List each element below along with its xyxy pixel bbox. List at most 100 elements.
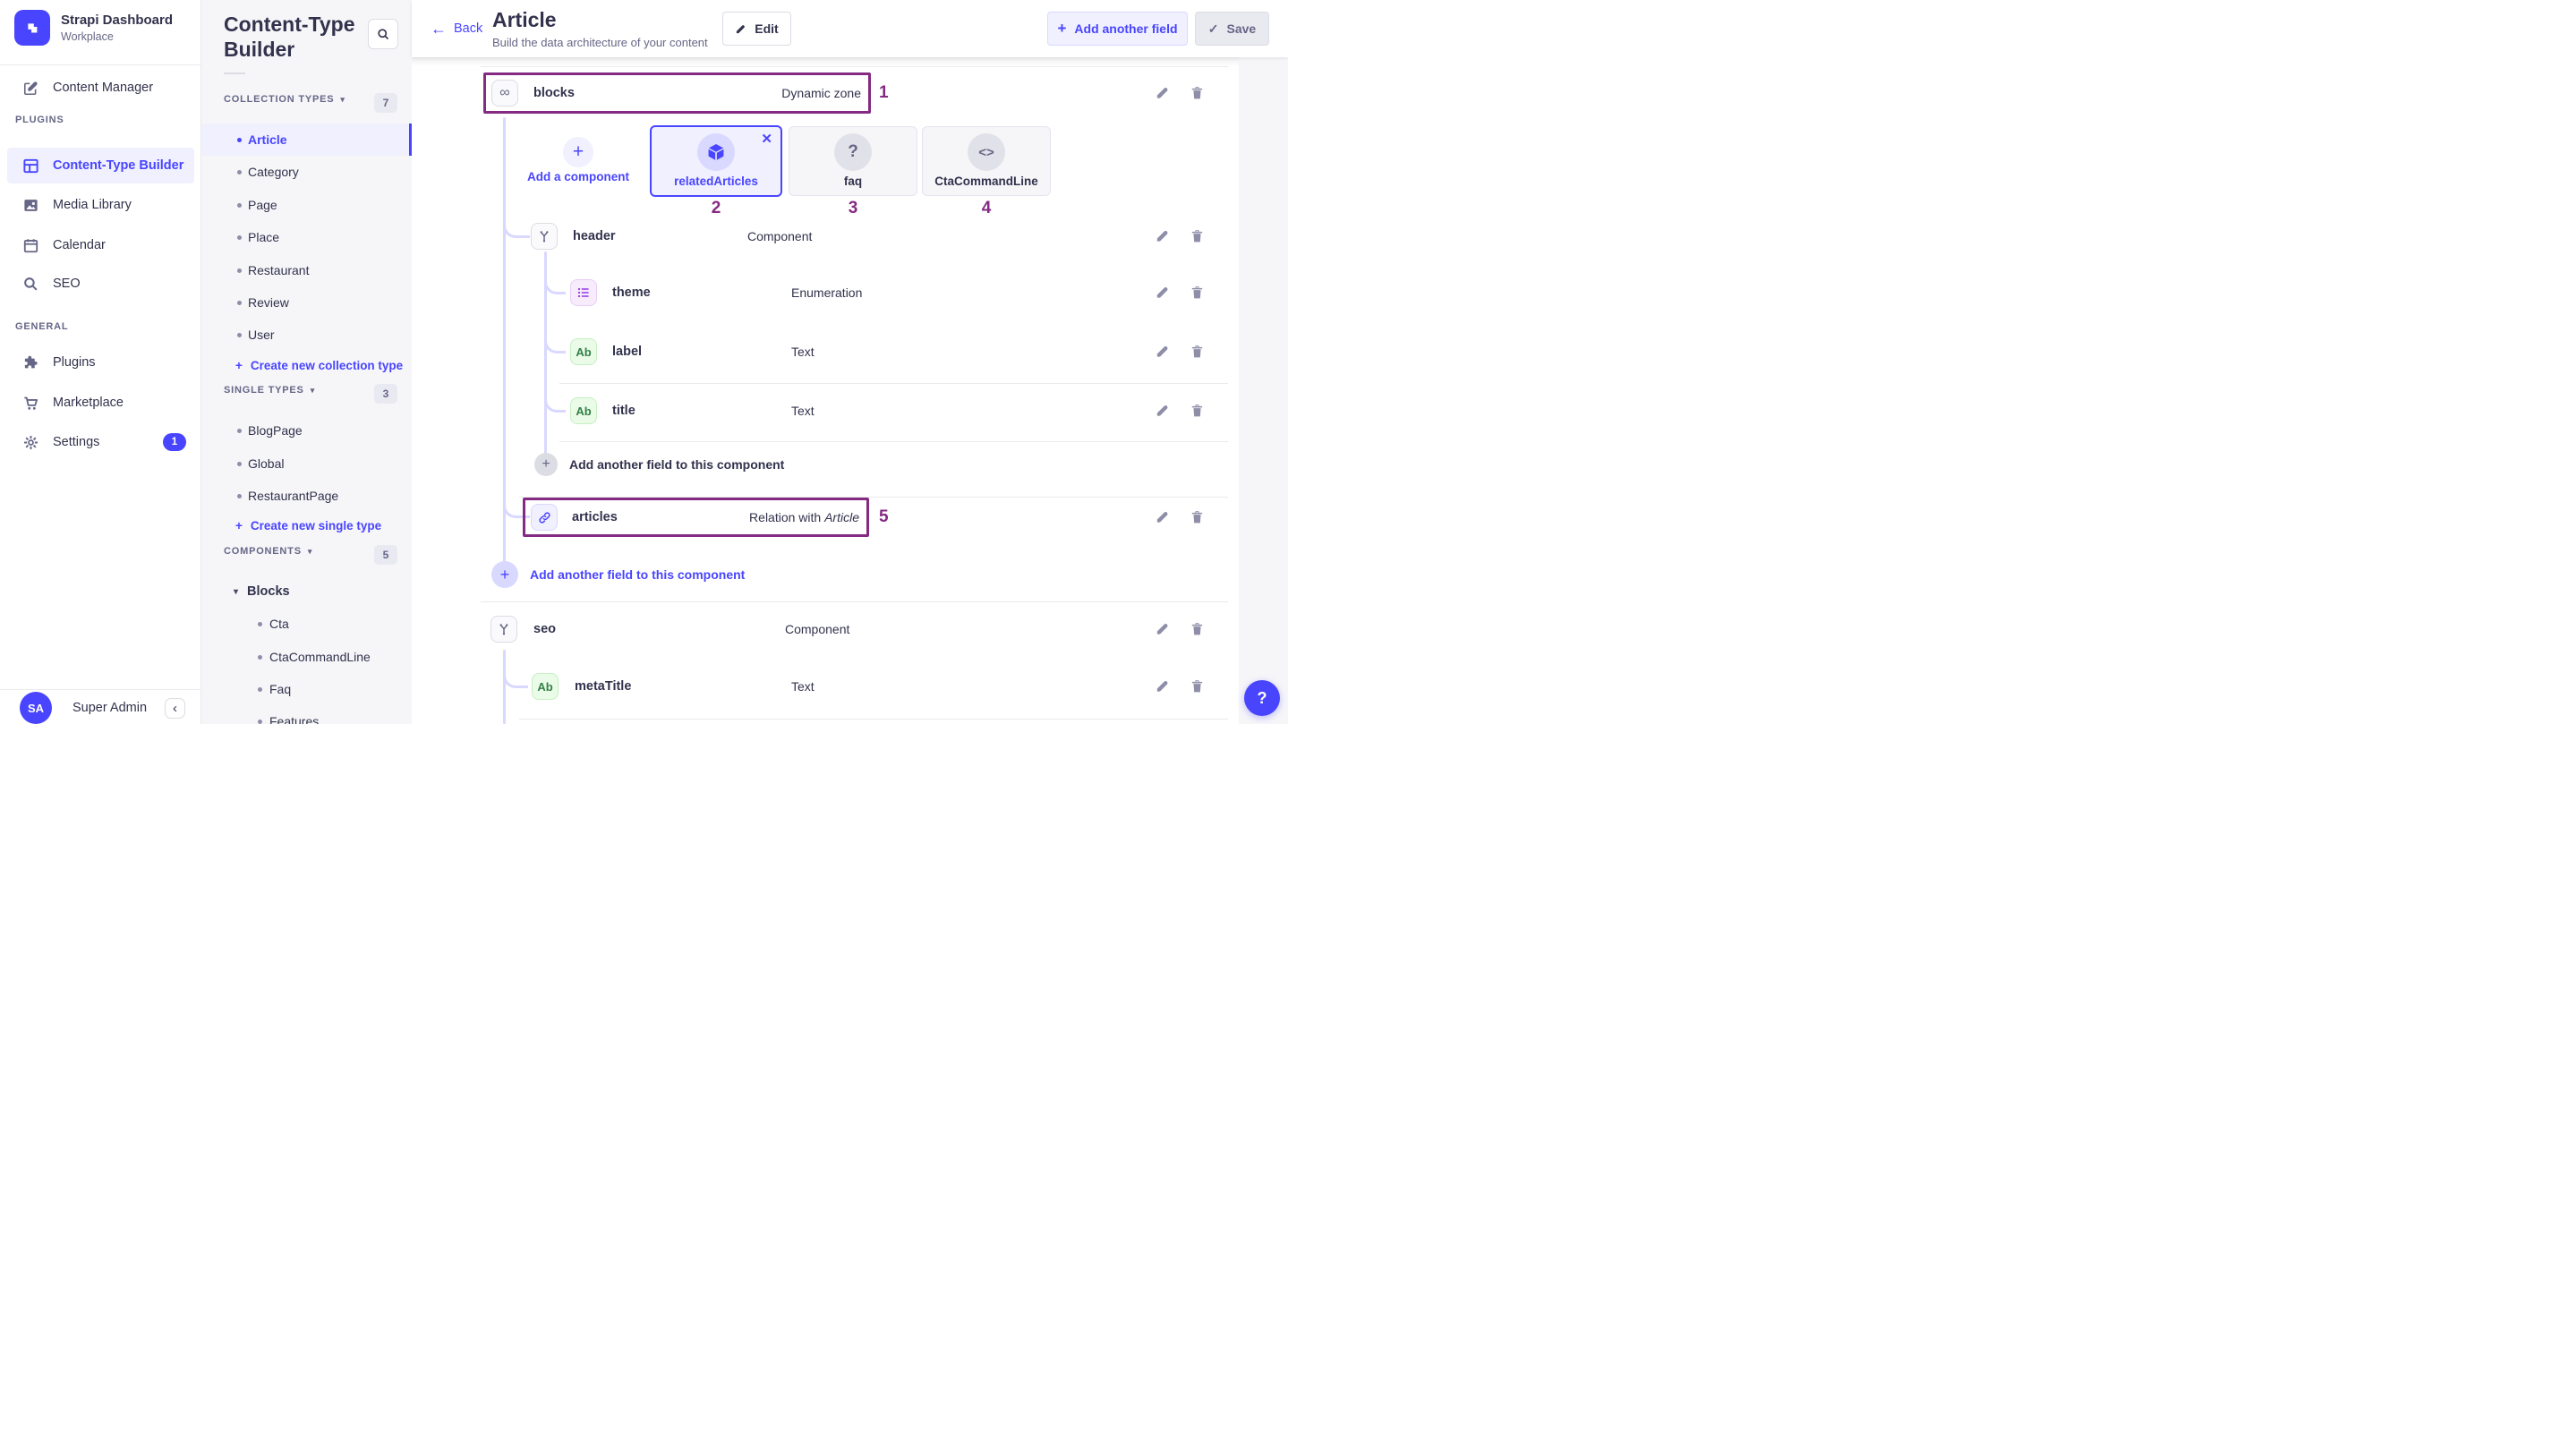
delete-trash-icon[interactable] — [1190, 404, 1205, 419]
collection-types-section[interactable]: COLLECTION TYPES ▾ — [224, 94, 345, 105]
plus-icon: + — [235, 359, 243, 372]
component-card-ctacommandline[interactable]: <> CtaCommandLine — [922, 126, 1051, 196]
field-name: title — [612, 404, 635, 418]
divider — [481, 601, 1228, 602]
field-name: header — [573, 229, 616, 243]
sidebar-item-faq[interactable]: Faq — [201, 673, 412, 705]
sidebar-item-place[interactable]: Place — [201, 221, 412, 253]
edit-pencil-icon[interactable] — [1155, 622, 1170, 637]
add-component-label[interactable]: Add a component — [511, 170, 645, 183]
sidebar-item-restaurantpage[interactable]: RestaurantPage — [201, 480, 412, 512]
edit-button[interactable]: Edit — [722, 12, 791, 46]
text-field-icon: Ab — [570, 338, 597, 365]
edit-pencil-icon[interactable] — [1155, 510, 1170, 525]
add-field-to-component-button[interactable]: + — [534, 453, 558, 476]
divider — [559, 383, 1228, 384]
strapi-logo-icon — [14, 10, 50, 46]
sidebar-item-plugins[interactable]: Plugins — [7, 345, 194, 380]
chevron-down-icon: ▾ — [340, 95, 345, 105]
workspace-switcher[interactable]: Strapi Dashboard Workplace — [14, 10, 173, 46]
add-field-to-component-label[interactable]: Add another field to this component — [569, 457, 784, 472]
component-card-faq[interactable]: ? faq — [789, 126, 917, 196]
save-button[interactable]: ✓ Save — [1195, 12, 1269, 46]
item-label: RestaurantPage — [248, 489, 338, 503]
plus-icon: + — [235, 519, 243, 532]
single-types-section[interactable]: SINGLE TYPES ▾ — [224, 385, 315, 396]
edit-label: Edit — [755, 21, 778, 36]
add-another-field-button[interactable]: + Add another field — [1047, 12, 1188, 46]
user-name: Super Admin — [73, 701, 147, 715]
bullet-icon — [258, 622, 262, 626]
create-single-type-link[interactable]: +Create new single type — [201, 509, 412, 541]
components-count-badge: 5 — [374, 545, 397, 565]
delete-trash-icon[interactable] — [1190, 86, 1205, 101]
annotation-number: 5 — [879, 507, 889, 527]
edit-pencil-icon[interactable] — [1155, 285, 1170, 301]
sidebar-item-media-library[interactable]: Media Library — [7, 187, 194, 223]
row-actions — [1155, 229, 1205, 244]
delete-trash-icon[interactable] — [1190, 285, 1205, 301]
annotation-number: 1 — [879, 83, 889, 103]
sidebar-item-blogpage[interactable]: BlogPage — [201, 414, 412, 447]
sidebar-item-user[interactable]: User — [201, 319, 412, 351]
item-label: Page — [248, 198, 277, 212]
field-name: label — [612, 345, 642, 359]
row-actions — [1155, 404, 1205, 419]
component-group-blocks[interactable]: ▾Blocks — [201, 575, 412, 608]
bullet-icon — [237, 462, 242, 466]
back-button[interactable]: ← Back — [431, 0, 482, 57]
sidebar-item-ctacommandline[interactable]: CtaCommandLine — [201, 641, 412, 673]
sidebar-item-global[interactable]: Global — [201, 447, 412, 480]
delete-trash-icon[interactable] — [1190, 229, 1205, 244]
components-section[interactable]: COMPONENTS ▾ — [224, 546, 312, 557]
edit-pencil-icon[interactable] — [1155, 404, 1170, 419]
divider — [519, 719, 1228, 720]
sidebar-item-calendar[interactable]: Calendar — [7, 227, 194, 263]
item-label: Global — [248, 456, 284, 471]
sidebar-item-category[interactable]: Category — [201, 156, 412, 188]
link-label: Create new collection type — [251, 359, 403, 372]
plus-icon: + — [542, 456, 550, 473]
sidebar-item-seo[interactable]: SEO — [7, 266, 194, 302]
close-icon[interactable]: ✕ — [761, 131, 772, 147]
annotation-number: 4 — [922, 199, 1051, 218]
delete-trash-icon[interactable] — [1190, 622, 1205, 637]
bullet-icon — [237, 268, 242, 273]
delete-trash-icon[interactable] — [1190, 345, 1205, 360]
edit-pencil-icon[interactable] — [1155, 86, 1170, 101]
sidebar-item-cta[interactable]: Cta — [201, 608, 412, 640]
sidebar-item-features[interactable]: Features — [201, 705, 412, 724]
field-type: Text — [791, 404, 815, 418]
sidebar-item-page[interactable]: Page — [201, 189, 412, 221]
collapse-sidebar-button[interactable]: ‹ — [165, 698, 185, 719]
bullet-icon — [237, 203, 242, 208]
page-subtitle: Build the data architecture of your cont… — [492, 36, 708, 49]
field-type: Component — [785, 622, 849, 636]
field-type: Enumeration — [791, 285, 862, 300]
component-card-relatedarticles[interactable]: ✕ relatedArticles — [650, 125, 782, 197]
add-field-to-component-label[interactable]: Add another field to this component — [530, 567, 745, 582]
add-component-button[interactable]: + — [563, 137, 593, 167]
sidebar-item-marketplace[interactable]: Marketplace — [7, 385, 194, 421]
search-button[interactable] — [368, 19, 398, 49]
sidebar-item-article[interactable]: Article — [201, 124, 412, 156]
help-button[interactable]: ? — [1244, 680, 1280, 716]
edit-pencil-icon[interactable] — [1155, 679, 1170, 694]
add-field-to-component-button[interactable]: + — [491, 561, 518, 588]
sidebar-item-content-manager[interactable]: Content Manager — [7, 70, 194, 106]
edit-pencil-icon[interactable] — [1155, 345, 1170, 360]
component-name: relatedArticles — [652, 175, 780, 188]
gear-icon — [22, 434, 39, 451]
edit-pencil-icon[interactable] — [1155, 229, 1170, 244]
delete-trash-icon[interactable] — [1190, 510, 1205, 525]
delete-trash-icon[interactable] — [1190, 679, 1205, 694]
sidebar-item-restaurant[interactable]: Restaurant — [201, 254, 412, 286]
annotation-box-articles: articles Relation with Article — [523, 498, 869, 537]
sidebar-item-review[interactable]: Review — [201, 286, 412, 319]
avatar[interactable]: SA — [20, 692, 52, 724]
create-collection-type-link[interactable]: + Create new collection type — [201, 349, 412, 381]
single-count-badge: 3 — [374, 384, 397, 404]
relation-prefix: Relation with — [749, 510, 821, 524]
item-label: User — [248, 328, 275, 342]
sidebar-item-content-type-builder[interactable]: Content-Type Builder — [7, 148, 194, 183]
